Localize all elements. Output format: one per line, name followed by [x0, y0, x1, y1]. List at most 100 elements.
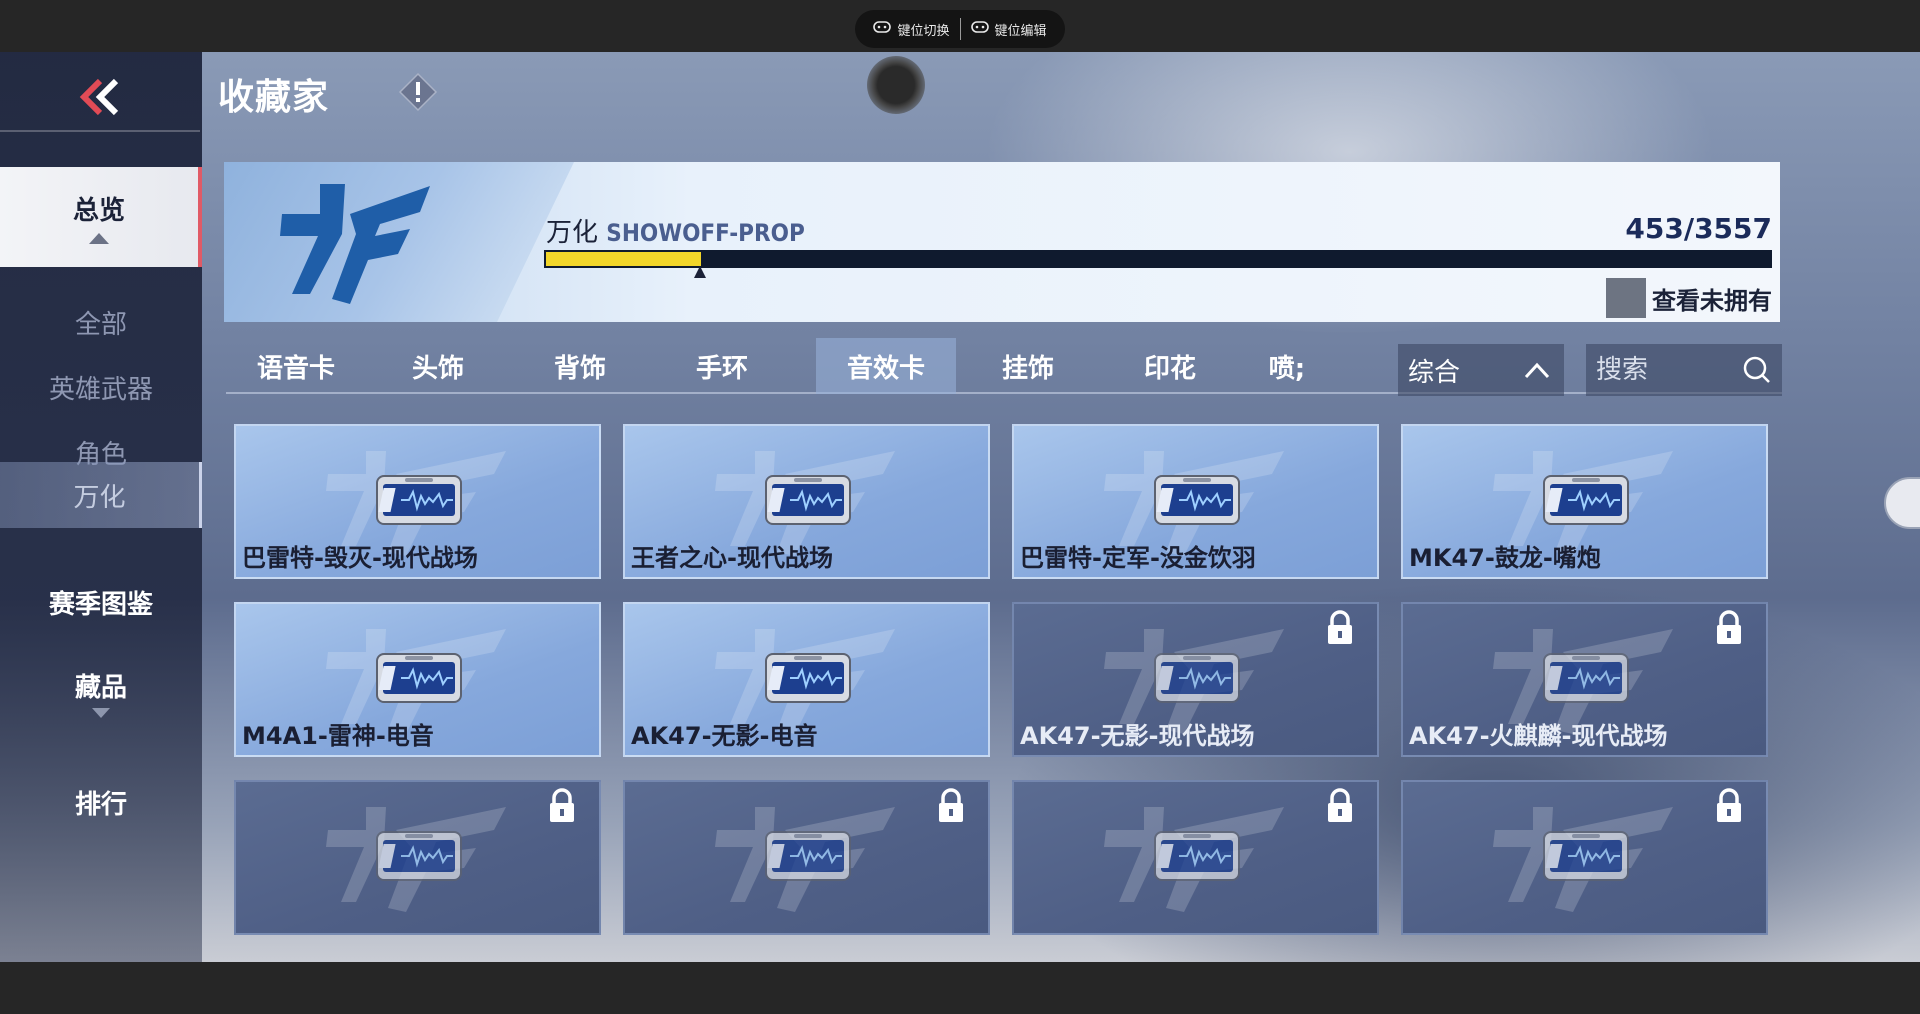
sound-card-item[interactable]: [1012, 780, 1379, 935]
sound-card-item[interactable]: 王者之心-现代战场: [623, 424, 990, 579]
sidebar-item-ranking-label: 排行: [74, 789, 127, 820]
lock-icon: [1328, 610, 1352, 644]
sidebar: 总览 全部 英雄武器 角色 万化 赛季图鉴 藏品 排行: [0, 52, 202, 962]
sound-card-icon: [376, 475, 462, 525]
key-edit-button[interactable]: 键位编辑: [961, 20, 1057, 39]
sidebar-item-wanhua[interactable]: 万化: [0, 462, 202, 528]
lock-icon: [1328, 788, 1352, 822]
sound-card-icon: [1543, 475, 1629, 525]
sound-card-item[interactable]: AK47-火麒麟-现代战场: [1401, 602, 1768, 757]
sound-card-icon: [1543, 653, 1629, 703]
sound-card-item[interactable]: M4A1-雷神-电音: [234, 602, 601, 757]
sound-card-icon: [376, 831, 462, 881]
tab-spray[interactable]: 喷;: [1242, 338, 1332, 394]
tab-bracelet-label: 手环: [695, 353, 748, 384]
tab-voice-card[interactable]: 语音卡: [226, 338, 366, 394]
sound-card-name: AK47-无影-现代战场: [1020, 722, 1255, 750]
key-switch-button[interactable]: 键位切换: [863, 20, 959, 39]
sound-card-icon: [376, 653, 462, 703]
tab-charm[interactable]: 挂饰: [958, 338, 1098, 394]
sort-dropdown[interactable]: 综合: [1398, 344, 1564, 396]
banner-category-en: SHOWOFF-PROP: [606, 219, 805, 247]
lock-icon: [1717, 788, 1741, 822]
sound-card-item[interactable]: 巴雷特-毁灭-现代战场: [234, 424, 601, 579]
emulator-bottom-bar: [0, 962, 1920, 1014]
sidebar-item-overview[interactable]: 总览: [0, 167, 202, 267]
sound-card-icon: [765, 653, 851, 703]
sound-card-item[interactable]: [234, 780, 601, 935]
search-icon[interactable]: [1742, 355, 1772, 385]
tab-sound-card-label: 音效卡: [846, 353, 925, 384]
caret-up-icon: [89, 233, 109, 244]
sound-card-item[interactable]: [1401, 780, 1768, 935]
view-unowned-toggle[interactable]: 查看未拥有: [1606, 278, 1772, 318]
tab-spray-label: 喷;: [1268, 353, 1306, 384]
sidebar-item-wanhua-label: 万化: [73, 482, 126, 513]
sidebar-item-hero-weapons[interactable]: 英雄武器: [0, 362, 202, 412]
sidebar-divider: [0, 130, 200, 132]
tab-decal-label: 印花: [1143, 353, 1196, 384]
sidebar-item-all[interactable]: 全部: [0, 297, 202, 347]
tab-charm-label: 挂饰: [1001, 353, 1054, 384]
sound-card-name: AK47-火麒麟-现代战场: [1409, 722, 1668, 750]
tab-sound-card[interactable]: 音效卡: [816, 338, 956, 394]
progress-marker-icon: [693, 266, 706, 278]
key-edit-label: 键位编辑: [994, 23, 1047, 39]
gamepad-icon: [873, 20, 892, 38]
tab-backwear-label: 背饰: [553, 353, 606, 384]
collection-progress-fill: [546, 252, 702, 266]
page-title: 收藏家: [218, 77, 330, 118]
sound-card-name: 巴雷特-定军-没金饮羽: [1020, 544, 1256, 572]
tab-backwear[interactable]: 背饰: [510, 338, 650, 394]
sound-card-icon: [1154, 475, 1240, 525]
sound-card-item[interactable]: MK47-鼓龙-嘴炮: [1401, 424, 1768, 579]
key-switch-label: 键位切换: [897, 23, 950, 39]
sound-card-item[interactable]: [623, 780, 990, 935]
sidebar-item-collection-label: 藏品: [74, 672, 127, 703]
cf-logo-icon: [280, 184, 430, 304]
sound-card-grid: 巴雷特-毁灭-现代战场 王者之心-现代战场 巴雷特-定军-没金饮羽 MK47-鼓龙-嘴…: [234, 424, 1774, 958]
back-button[interactable]: [70, 66, 130, 128]
tab-headwear-label: 头饰: [411, 353, 464, 384]
search-field[interactable]: [1586, 344, 1782, 396]
collection-count: 453/3557: [1625, 212, 1772, 245]
collection-progress-bar: [544, 250, 1772, 268]
collection-banner: 万化 SHOWOFF-PROP 453/3557 查看未拥有: [224, 162, 1780, 322]
emulator-key-toolbar: 键位切换 键位编辑: [855, 10, 1065, 48]
sound-card-icon: [765, 831, 851, 881]
info-icon[interactable]: [398, 72, 438, 112]
view-unowned-checkbox[interactable]: [1606, 278, 1646, 318]
sound-card-item[interactable]: 巴雷特-定军-没金饮羽: [1012, 424, 1379, 579]
banner-category-label: 万化 SHOWOFF-PROP: [546, 212, 805, 249]
tab-voice-card-label: 语音卡: [256, 353, 335, 384]
chevron-up-icon: [1524, 362, 1550, 379]
sound-card-name: MK47-鼓龙-嘴炮: [1409, 544, 1601, 572]
lock-icon: [550, 788, 574, 822]
lock-icon: [939, 788, 963, 822]
floating-camera-button[interactable]: [867, 56, 925, 114]
sound-card-icon: [765, 475, 851, 525]
view-unowned-label: 查看未拥有: [1652, 286, 1772, 315]
sidebar-item-hero-weapons-label: 英雄武器: [48, 374, 153, 405]
sort-dropdown-label: 综合: [1408, 357, 1461, 388]
sidebar-item-season-codex[interactable]: 赛季图鉴: [0, 572, 202, 632]
side-drawer-handle[interactable]: [1884, 477, 1920, 529]
double-chevron-left-icon: [79, 78, 119, 116]
caret-down-icon: [92, 707, 110, 718]
lock-icon: [1717, 610, 1741, 644]
sound-card-name: 巴雷特-毁灭-现代战场: [242, 544, 478, 572]
search-input[interactable]: [1596, 355, 1736, 385]
sound-card-item[interactable]: AK47-无影-现代战场: [1012, 602, 1379, 757]
sound-card-icon: [1543, 831, 1629, 881]
sidebar-item-collection[interactable]: 藏品: [0, 654, 202, 730]
sidebar-item-all-label: 全部: [74, 309, 127, 340]
emulator-top-bar: 键位切换 键位编辑: [0, 0, 1920, 52]
sound-card-item[interactable]: AK47-无影-电音: [623, 602, 990, 757]
banner-category-cn: 万化: [546, 218, 599, 248]
sidebar-item-ranking[interactable]: 排行: [0, 772, 202, 832]
tab-decal[interactable]: 印花: [1100, 338, 1240, 394]
sound-card-name: 王者之心-现代战场: [631, 544, 833, 572]
sidebar-item-overview-label: 总览: [72, 196, 125, 226]
tab-bracelet[interactable]: 手环: [652, 338, 792, 394]
tab-headwear[interactable]: 头饰: [368, 338, 508, 394]
